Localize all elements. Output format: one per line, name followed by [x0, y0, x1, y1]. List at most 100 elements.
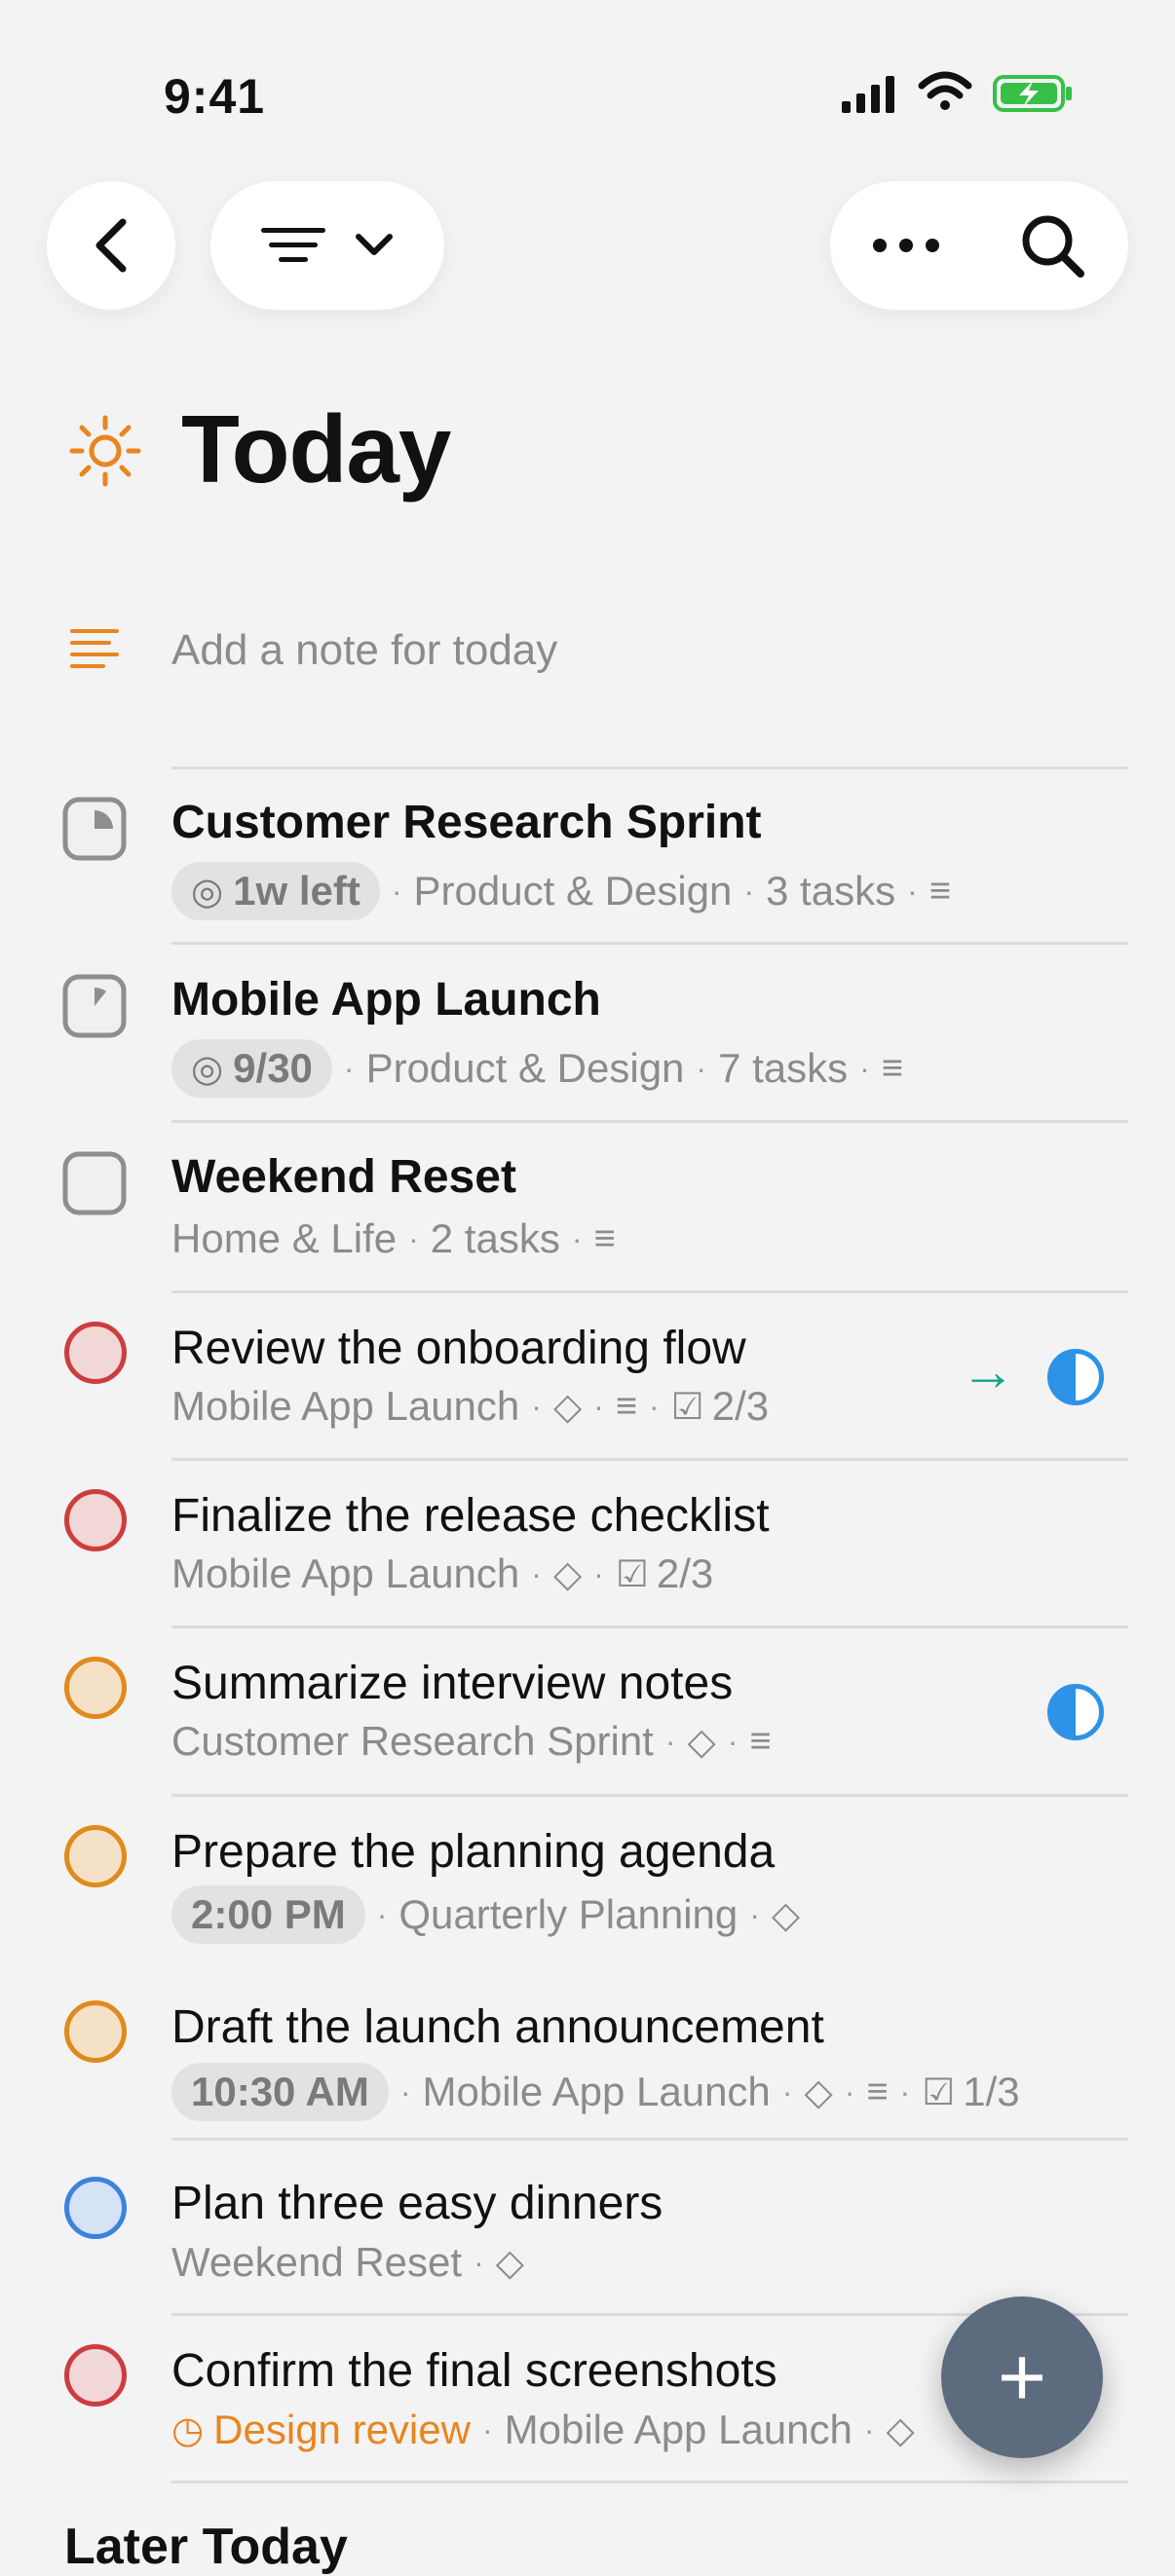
project-progress-icon[interactable] — [62, 797, 127, 861]
task-project: Mobile App Launch — [171, 1550, 520, 1596]
separator: · — [531, 1388, 542, 1424]
divider — [171, 1794, 1128, 1797]
project-meta: ◎ 1w left · Product & Design · 3 tasks · … — [171, 862, 951, 920]
task-checkbox[interactable] — [64, 2177, 127, 2239]
cellular-signal-icon — [842, 76, 894, 113]
task-checkbox[interactable] — [64, 1489, 127, 1551]
tag-icon: ◇ — [687, 1721, 716, 1763]
target-icon: ◎ — [191, 1048, 224, 1090]
task-checkbox[interactable] — [64, 1657, 127, 1719]
task-meta: Mobile App Launch · ◇ · ≡ · ☑ 2/3 — [171, 1383, 769, 1430]
project-progress-icon[interactable] — [62, 1151, 127, 1215]
section-header-later-today: Later Today — [64, 2519, 348, 2575]
project-meta: Home & Life · 2 tasks · ≡ — [171, 1215, 616, 1262]
sun-icon — [69, 415, 141, 487]
separator: · — [844, 2073, 855, 2109]
task-title: Prepare the planning agenda — [171, 1826, 776, 1878]
separator: · — [399, 2073, 411, 2109]
deadline-chip: ◎ 1w left — [171, 862, 380, 920]
time-chip: 10:30 AM — [171, 2063, 389, 2121]
notes-icon: ≡ — [929, 870, 951, 912]
separator: · — [481, 2411, 493, 2447]
checklist-count: 1/3 — [963, 2069, 1020, 2114]
task-checkbox[interactable] — [64, 2000, 127, 2063]
status-icons — [840, 70, 1074, 119]
filter-lines-icon — [261, 228, 325, 262]
checklist-icon: ☑ — [615, 1553, 649, 1595]
chevron-left-icon — [95, 218, 127, 273]
time-chip: 2:00 PM — [171, 1885, 365, 1944]
add-task-button[interactable]: + — [941, 2296, 1103, 2458]
progress-label: 9/30 — [233, 1045, 313, 1091]
project-area: Home & Life — [171, 1215, 398, 1261]
project-progress-icon[interactable] — [62, 974, 127, 1038]
tag-icon: ◇ — [552, 1553, 583, 1595]
notes-icon: ≡ — [866, 2071, 889, 2112]
project-area: Product & Design — [365, 1045, 685, 1091]
separator: · — [408, 1220, 419, 1256]
checklist-count: 2/3 — [656, 1550, 714, 1596]
project-area: Product & Design — [413, 868, 733, 914]
more-button[interactable] — [833, 181, 979, 310]
separator: · — [474, 2244, 484, 2280]
divider — [171, 766, 1128, 769]
task-meta: ◷ Design review · Mobile App Launch · ◇ — [171, 2407, 915, 2453]
separator: · — [907, 873, 918, 909]
project-title: Mobile App Launch — [171, 974, 601, 1026]
notes-icon: ≡ — [749, 1720, 772, 1762]
target-icon: ◎ — [191, 871, 224, 913]
status-time: 9:41 — [164, 69, 266, 124]
separator: · — [899, 2073, 911, 2109]
chevron-down-icon — [356, 234, 393, 255]
task-meta: Mobile App Launch · ◇ · ☑ 2/3 — [171, 1550, 713, 1597]
separator: · — [571, 1220, 583, 1256]
time-label: 10:30 AM — [191, 2069, 369, 2114]
separator: · — [781, 2073, 793, 2109]
tag-icon: ◇ — [771, 1894, 801, 1936]
today-note-input[interactable]: Add a note for today — [171, 626, 557, 675]
separator: · — [696, 1050, 707, 1086]
back-button[interactable] — [47, 181, 175, 310]
divider — [171, 2138, 1128, 2141]
task-title: Plan three easy dinners — [171, 2178, 663, 2229]
project-title: Customer Research Sprint — [171, 797, 762, 848]
task-project: Quarterly Planning — [398, 1891, 739, 1937]
tag-icon: ◇ — [804, 2072, 833, 2113]
project-title: Weekend Reset — [171, 1151, 516, 1203]
task-checkbox[interactable] — [64, 1825, 127, 1887]
half-circle-icon[interactable] — [1047, 1349, 1104, 1405]
separator: · — [664, 1723, 676, 1759]
task-project: Customer Research Sprint — [171, 1718, 654, 1764]
divider — [171, 1625, 1128, 1628]
half-circle-icon[interactable] — [1047, 1684, 1104, 1740]
separator: · — [863, 2411, 875, 2447]
divider — [171, 1120, 1128, 1123]
task-count: 3 tasks — [766, 868, 896, 914]
separator: · — [593, 1555, 604, 1591]
time-label: 2:00 PM — [191, 1891, 346, 1937]
divider — [171, 2481, 1128, 2483]
task-checkbox[interactable] — [64, 1322, 127, 1384]
separator: · — [376, 1896, 388, 1932]
notes-icon: ≡ — [593, 1217, 616, 1259]
arrow-right-icon[interactable]: → — [961, 1339, 1015, 1402]
search-button[interactable] — [979, 181, 1125, 310]
battery-charging-icon — [993, 75, 1072, 112]
filter-button[interactable] — [210, 181, 444, 310]
task-checkbox[interactable] — [64, 2344, 127, 2407]
task-meta: 10:30 AM · Mobile App Launch · ◇ · ≡ · ☑… — [171, 2063, 1020, 2121]
separator: · — [531, 1555, 542, 1591]
progress-chip: ◎ 9/30 — [171, 1039, 332, 1098]
wifi-icon — [918, 71, 972, 110]
checklist-icon: ☑ — [670, 1386, 704, 1428]
task-project: Mobile App Launch — [171, 1383, 520, 1429]
clock-icon: ◷ — [171, 2409, 205, 2451]
task-project: Weekend Reset — [171, 2239, 463, 2285]
tag-icon: ◇ — [495, 2242, 524, 2284]
separator: · — [743, 873, 755, 909]
ellipsis-icon — [873, 239, 939, 252]
task-title: Finalize the release checklist — [171, 1490, 770, 1542]
divider — [171, 1458, 1128, 1461]
separator: · — [593, 1388, 604, 1424]
task-count: 2 tasks — [430, 1215, 560, 1261]
